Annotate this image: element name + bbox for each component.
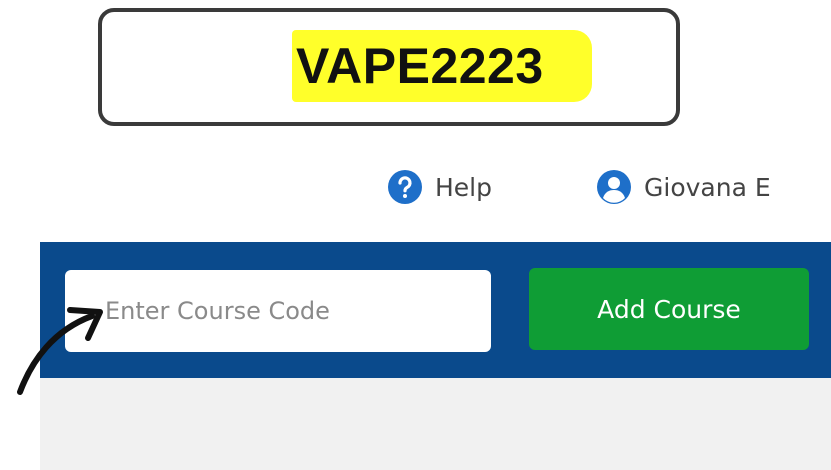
course-entry-bar: Add Course xyxy=(40,242,831,378)
course-code-text: VAPE2223 xyxy=(296,38,544,94)
help-link[interactable]: Help xyxy=(387,168,492,206)
user-name: Giovana E xyxy=(644,172,771,202)
page: VAPE2223 Help Giovana E Add Course xyxy=(0,0,831,470)
help-circle-icon xyxy=(388,170,422,204)
add-course-button[interactable]: Add Course xyxy=(529,268,809,350)
user-avatar-icon xyxy=(597,170,631,204)
course-code-input[interactable] xyxy=(65,270,491,352)
user-menu[interactable]: Giovana E xyxy=(596,168,771,206)
pointer-arrow-icon xyxy=(17,307,103,395)
content-area xyxy=(40,378,831,470)
help-label: Help xyxy=(435,172,492,202)
